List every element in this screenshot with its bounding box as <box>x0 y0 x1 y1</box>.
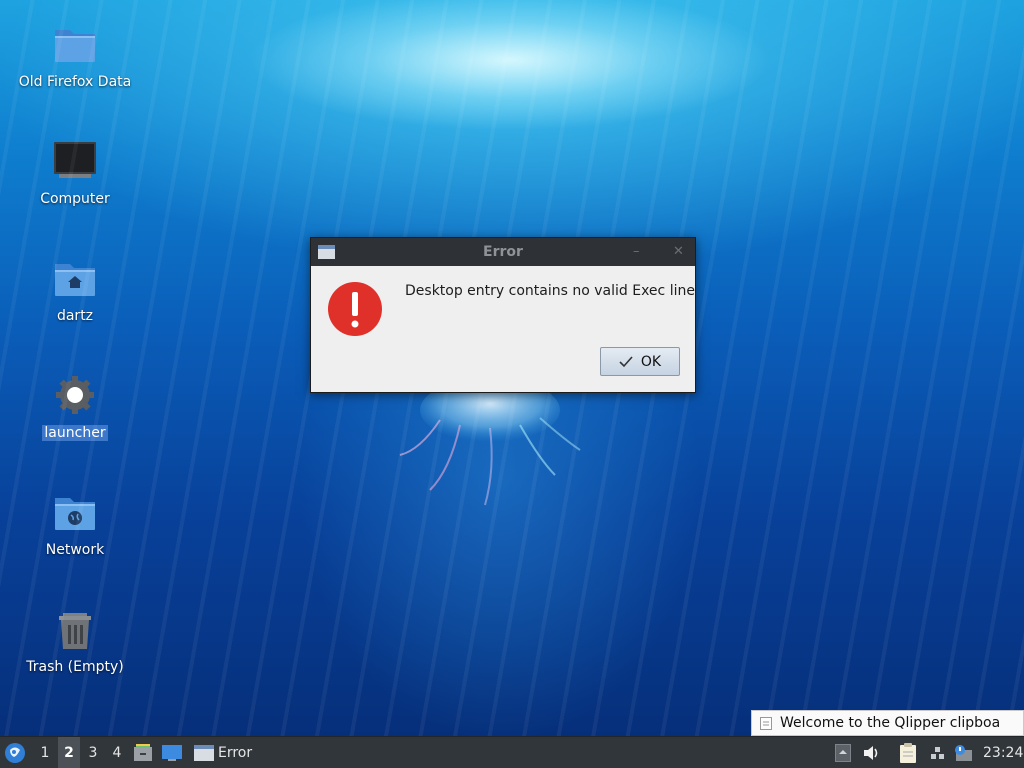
checkmark-icon <box>619 355 633 367</box>
error-message: Desktop entry contains no valid Exec lin… <box>405 283 695 299</box>
file-manager-icon <box>134 743 152 761</box>
file-manager-launcher[interactable] <box>133 737 155 768</box>
desktop-icon-old-firefox-data[interactable]: Old Firefox Data <box>15 22 135 90</box>
clipboard-icon <box>900 742 916 763</box>
desktop-icon-label: Trash (Empty) <box>26 659 124 675</box>
tray-expander[interactable] <box>835 737 853 768</box>
volume-button[interactable] <box>863 737 883 768</box>
error-dialog: Error – ✕ Desktop entry contains no vali… <box>310 237 696 393</box>
clipboard-icon <box>760 717 772 730</box>
desktop-icon-launcher[interactable]: launcher <box>15 373 135 441</box>
taskbar-item-error[interactable]: Error <box>194 737 252 768</box>
error-icon <box>328 282 382 336</box>
update-notifier-button[interactable] <box>953 737 975 768</box>
taskbar: 1 2 3 4 Error 23:24 <box>0 736 1024 768</box>
home-folder-icon <box>55 264 95 296</box>
desktop-icon-label: launcher <box>42 425 108 441</box>
chevron-up-icon <box>835 743 851 762</box>
dialog-title: Error <box>483 244 523 260</box>
gear-icon <box>56 376 94 414</box>
ok-button[interactable]: OK <box>600 347 680 376</box>
window-icon <box>194 744 214 761</box>
desktop-icon-label: Old Firefox Data <box>18 74 132 90</box>
workspace-1[interactable]: 1 <box>34 737 56 768</box>
desktop-icon-dartz[interactable]: dartz <box>15 256 135 324</box>
desktop-icon-trash[interactable]: Trash (Empty) <box>15 607 135 675</box>
close-button[interactable]: ✕ <box>673 238 684 266</box>
clipboard-tray-button[interactable] <box>899 737 919 768</box>
network-folder-icon <box>55 498 95 530</box>
dialog-body: Desktop entry contains no valid Exec lin… <box>311 266 695 391</box>
notification-text: Welcome to the Qlipper clipboa <box>780 715 1001 731</box>
network-tray-button[interactable] <box>929 737 949 768</box>
desktop-icon-computer[interactable]: Computer <box>15 139 135 207</box>
clock[interactable]: 23:24 <box>983 737 1023 768</box>
start-menu-button[interactable] <box>4 737 28 768</box>
desktop-icon-label: Computer <box>40 191 110 207</box>
minimize-button[interactable]: – <box>633 238 640 266</box>
folder-icon <box>55 30 95 62</box>
show-desktop-button[interactable] <box>162 737 184 768</box>
network-icon <box>931 746 944 759</box>
computer-icon <box>54 142 96 178</box>
desktop-icon-network[interactable]: Network <box>15 490 135 558</box>
workspace-3[interactable]: 3 <box>82 737 104 768</box>
lxqt-logo-icon <box>5 742 25 763</box>
workspace-4[interactable]: 4 <box>106 737 128 768</box>
update-notifier-icon <box>955 744 972 761</box>
window-icon <box>318 245 335 259</box>
desktop-icon-label: Network <box>45 542 105 558</box>
taskbar-item-label: Error <box>218 744 253 761</box>
ok-button-label: OK <box>640 353 662 370</box>
dialog-titlebar[interactable]: Error – ✕ <box>311 238 695 266</box>
clipboard-notification[interactable]: Welcome to the Qlipper clipboa <box>751 710 1024 736</box>
jellyfish-wallpaper <box>399 380 581 506</box>
workspace-2[interactable]: 2 <box>58 737 80 768</box>
trash-icon <box>59 613 91 649</box>
desktop-icon-label: dartz <box>56 308 94 324</box>
speaker-icon <box>864 745 878 760</box>
show-desktop-icon <box>162 744 182 761</box>
